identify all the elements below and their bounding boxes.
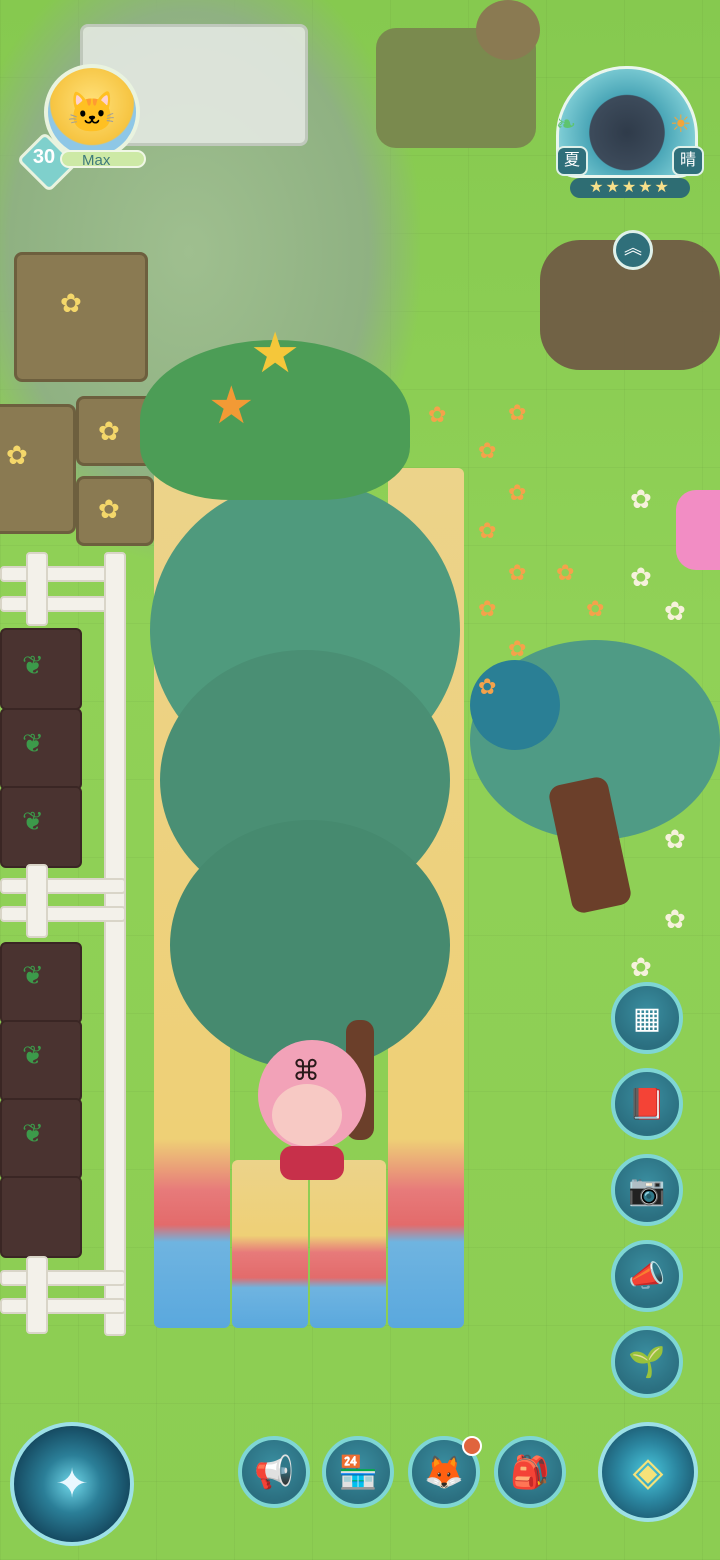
- hanging-star-icon: ★: [208, 377, 255, 435]
- white-flower-icon: ✿: [664, 596, 686, 626]
- orange-flower-icon: ✿: [508, 400, 527, 425]
- navigation-button[interactable]: ◈: [598, 1422, 698, 1522]
- sprout-icon: ❦: [22, 650, 44, 680]
- album-icon: 📕: [628, 1087, 666, 1121]
- white-flower-icon: ✿: [664, 824, 686, 854]
- white-flower-icon: ✿: [630, 952, 652, 982]
- orange-flower-icon: ✿: [586, 596, 605, 621]
- cat-avatar-icon: 🐱: [67, 90, 117, 135]
- tree-stump: [476, 0, 540, 60]
- yellow-flower-icon: ✿: [98, 494, 120, 524]
- announcement-button[interactable]: 📢: [238, 1436, 310, 1508]
- bow-icon: ⌘: [292, 1055, 320, 1086]
- chevron-up-icon: ︽: [624, 238, 642, 258]
- hanging-star-icon: ★: [250, 321, 301, 384]
- megaphone-icon: 📢: [254, 1454, 294, 1490]
- expand-button[interactable]: ︽: [613, 230, 653, 270]
- fox-icon: 🦊: [424, 1454, 464, 1490]
- fence-rail: [0, 906, 126, 922]
- shop-icon: 🏪: [338, 1454, 378, 1490]
- megaphone-toy-icon: 📣: [628, 1259, 666, 1293]
- crate-stack[interactable]: [310, 1160, 386, 1328]
- sprout-icon: ❦: [22, 1118, 44, 1148]
- sprout-icon: 🌱: [628, 1345, 666, 1379]
- yellow-flower-icon: ✿: [60, 288, 82, 318]
- notification-dot: [462, 1436, 482, 1456]
- backpack-icon: 🎒: [510, 1454, 550, 1490]
- orange-flower-icon: ✿: [428, 402, 447, 427]
- sun-icon: ☀: [670, 111, 692, 138]
- navigation-icon: ◈: [632, 1450, 664, 1494]
- toy-button[interactable]: 📣: [611, 1240, 683, 1312]
- star-rating: ★★★★★: [570, 178, 690, 198]
- orange-flower-icon: ✿: [508, 480, 527, 505]
- orange-flower-icon: ✿: [478, 674, 497, 699]
- compass-button[interactable]: ✦: [10, 1422, 134, 1546]
- album-button[interactable]: 📕: [611, 1068, 683, 1140]
- player-character[interactable]: ⌘: [252, 1040, 372, 1180]
- pink-object: [676, 490, 720, 570]
- camera-icon: 📷: [628, 1173, 666, 1207]
- yellow-flower-icon: ✿: [6, 440, 28, 470]
- sprout-icon: ❦: [22, 960, 44, 990]
- orange-flower-icon: ✿: [478, 518, 497, 543]
- orange-flower-icon: ✿: [556, 560, 575, 585]
- tree-canopy: [170, 820, 450, 1070]
- backpack-button[interactable]: 🎒: [494, 1436, 566, 1508]
- fence-post: [26, 1256, 48, 1334]
- fence-rail: [0, 1270, 126, 1286]
- white-flower-icon: ✿: [664, 904, 686, 934]
- fence-rail: [0, 878, 126, 894]
- yellow-flower-icon: ✿: [98, 416, 120, 446]
- sprout-icon: ❦: [22, 806, 44, 836]
- layout-icon: ▦: [632, 1001, 662, 1035]
- orange-flower-icon: ✿: [478, 438, 497, 463]
- crate-stack[interactable]: [232, 1160, 308, 1328]
- orange-flower-icon: ✿: [478, 596, 497, 621]
- character-face: [272, 1084, 342, 1146]
- white-flower-icon: ✿: [630, 484, 652, 514]
- white-flower-icon: ✿: [630, 562, 652, 592]
- shop-button[interactable]: 🏪: [322, 1436, 394, 1508]
- orange-flower-icon: ✿: [508, 560, 527, 585]
- player-name: Max: [60, 150, 146, 169]
- layout-button[interactable]: ▦: [611, 982, 683, 1054]
- fence-post: [26, 552, 48, 626]
- character-shirt: [280, 1146, 344, 1180]
- compass-icon: ✦: [55, 1462, 89, 1506]
- sprout-icon: ❦: [22, 728, 44, 758]
- sky-label: 晴: [672, 146, 704, 176]
- sprout-icon: ❦: [22, 1040, 44, 1070]
- orange-flower-icon: ✿: [508, 636, 527, 661]
- fence-rail: [0, 1298, 126, 1314]
- fence-post: [26, 864, 48, 938]
- planting-button[interactable]: 🌱: [611, 1326, 683, 1398]
- player-level: 30: [32, 146, 56, 168]
- leaf-icon: ❧: [556, 111, 577, 138]
- game-world[interactable]: ✿ ✿ ✿ ✿ ❦ ❦ ❦ ❦ ❦ ❦ ★ ★ ⌘ ✿ ✿ ✿ ✿ ✿ ✿ ✿ …: [0, 0, 720, 1560]
- fence-post: [104, 552, 126, 1336]
- camera-button[interactable]: 📷: [611, 1154, 683, 1226]
- soil-plot[interactable]: [0, 1176, 82, 1258]
- season-label: 夏: [556, 146, 588, 176]
